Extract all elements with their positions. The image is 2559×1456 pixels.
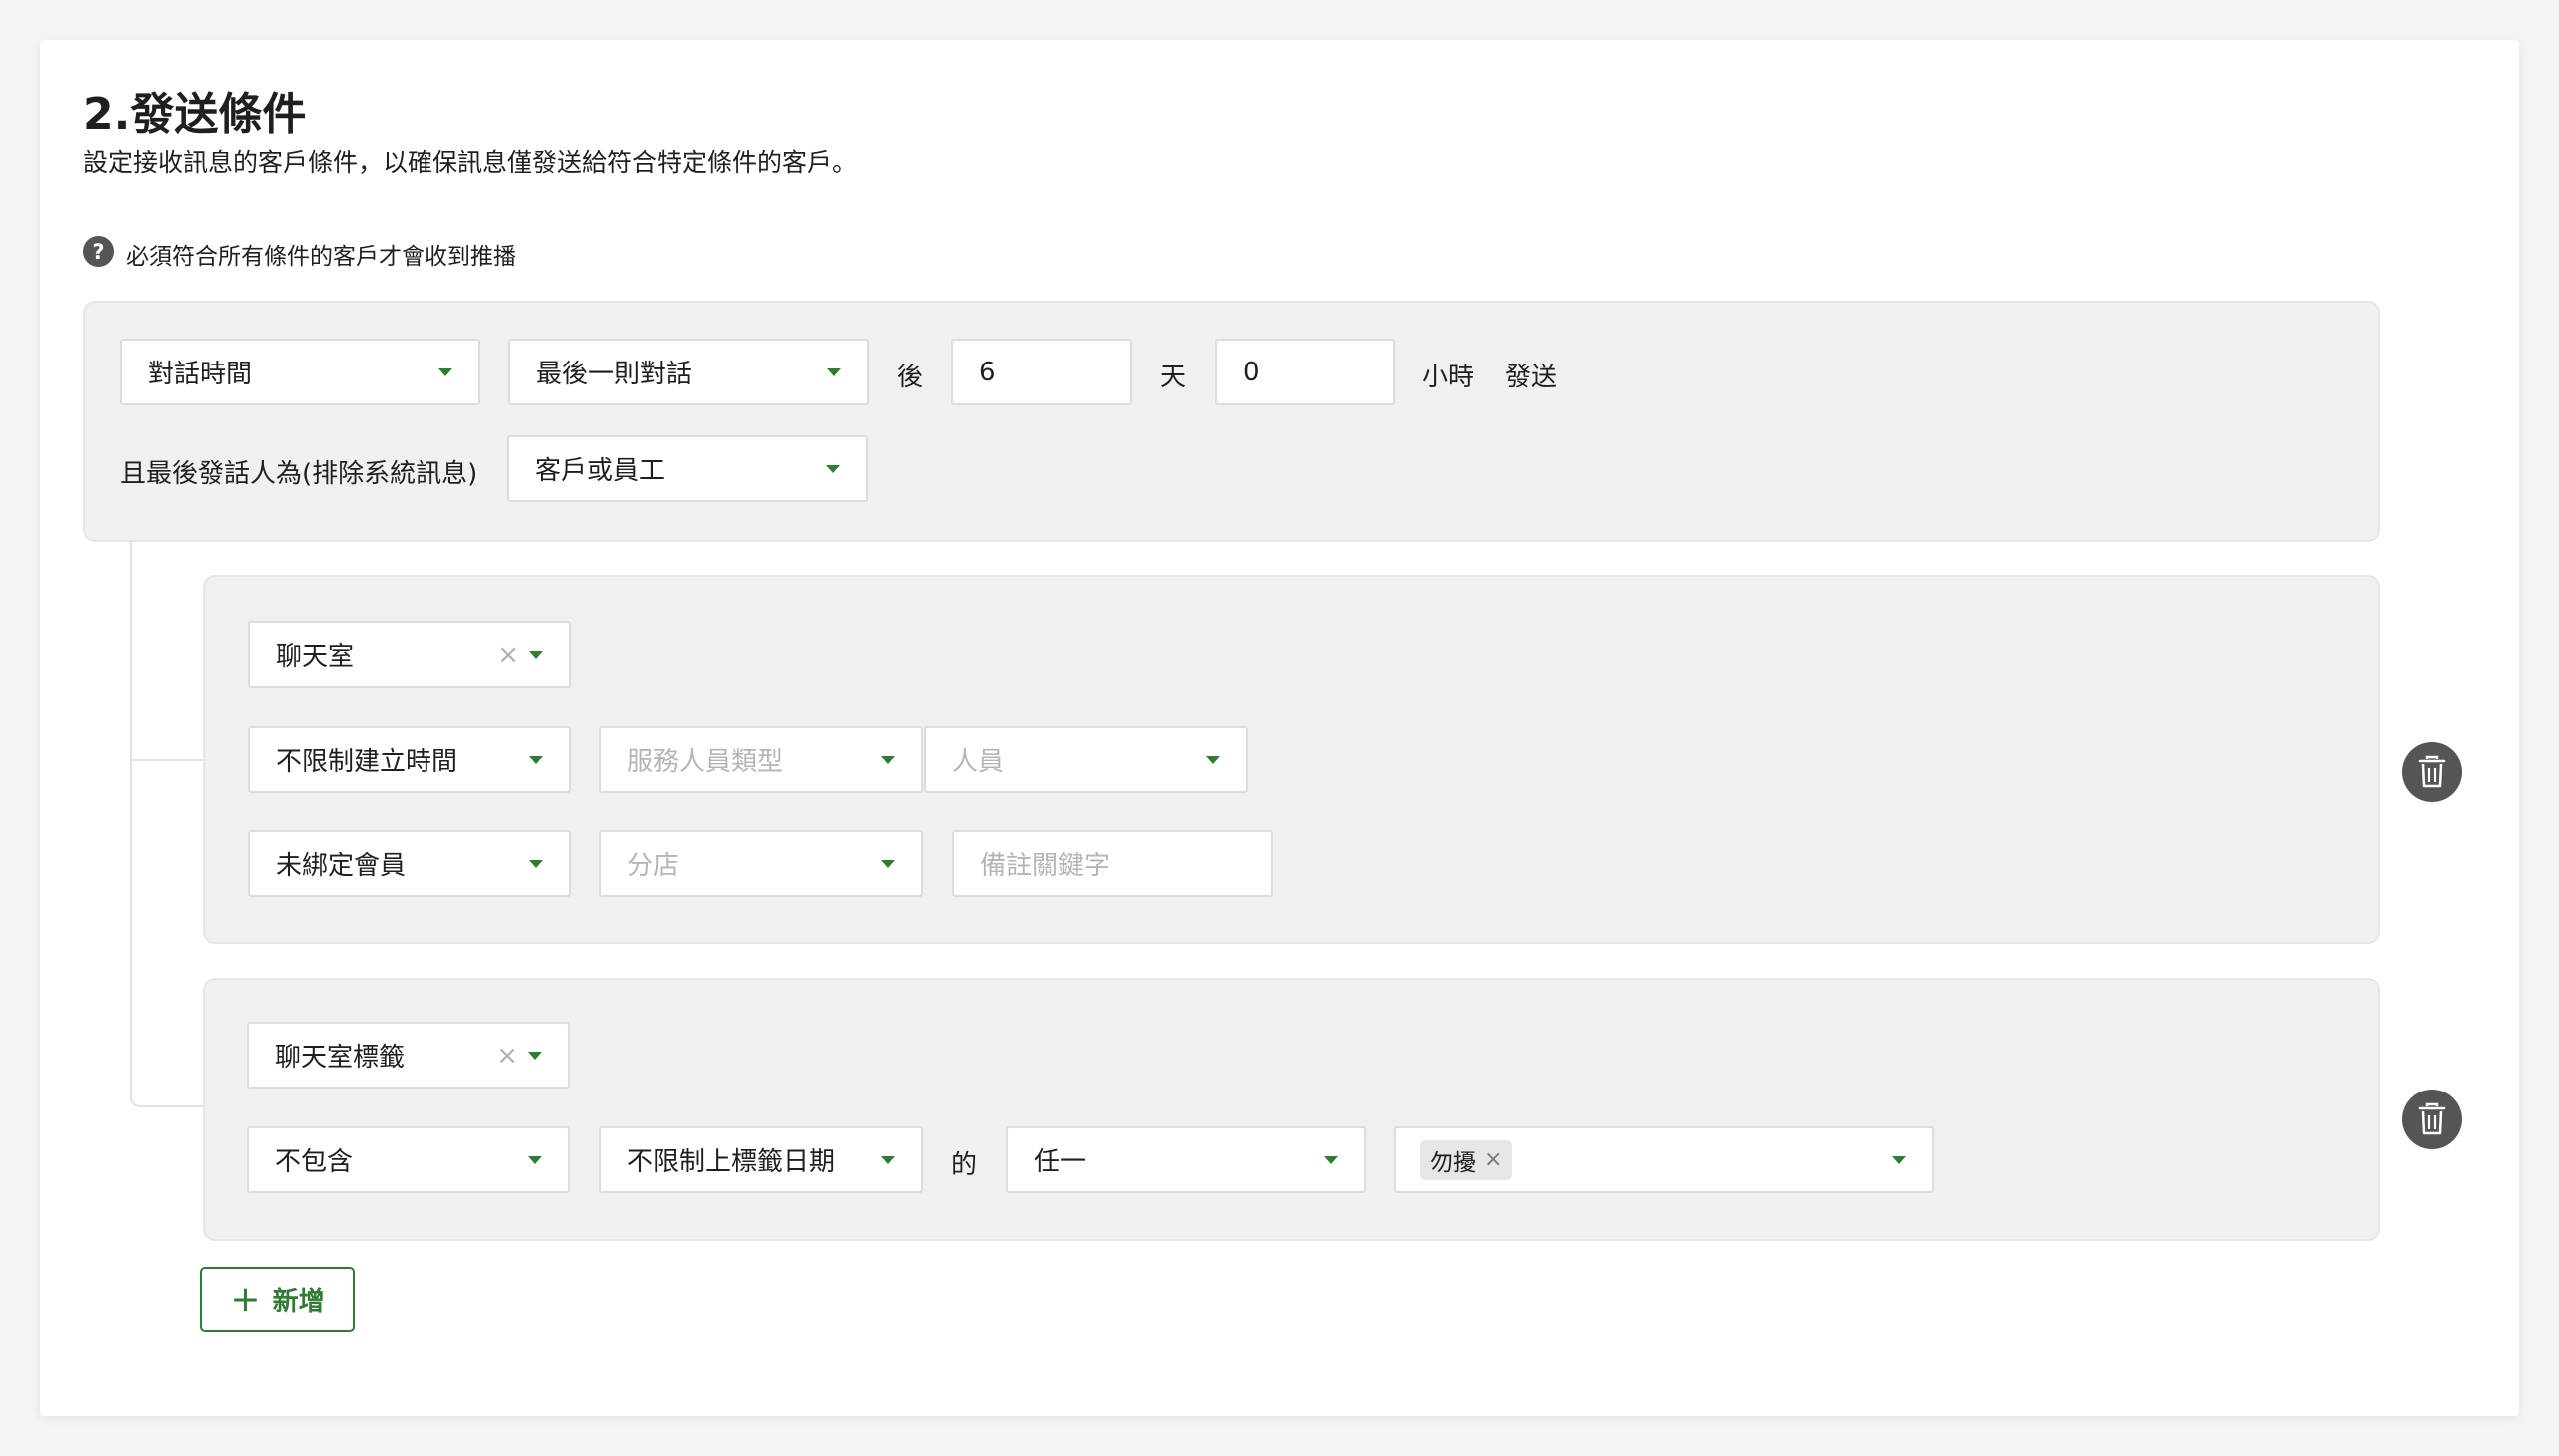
question-circle-icon[interactable]: ? — [83, 236, 114, 267]
caret-down-icon — [881, 859, 895, 868]
condition-group-chatroom-tag — [203, 978, 2380, 1241]
primary-condition-panel — [83, 301, 2380, 542]
caret-down-icon — [529, 650, 543, 659]
condition-type-select[interactable]: 對話時間 — [120, 339, 480, 405]
caret-down-icon — [1206, 755, 1220, 764]
staff-type-select[interactable]: 服務人員類型 — [599, 726, 923, 793]
any-select[interactable]: 任一 — [1006, 1126, 1366, 1193]
clear-icon[interactable]: × — [497, 640, 519, 670]
hours-unit-label: 小時 — [1422, 363, 1475, 392]
tag-date-select[interactable]: 不限制上標籤日期 — [599, 1126, 923, 1193]
group1-type-select[interactable]: 聊天室 × — [248, 621, 571, 688]
caret-down-icon — [528, 1051, 542, 1060]
of-label: 的 — [951, 1150, 978, 1180]
reference-select[interactable]: 最後一則對話 — [508, 339, 869, 405]
caret-down-icon — [529, 859, 543, 868]
remove-tag-icon[interactable]: × — [1484, 1147, 1502, 1172]
tree-connector — [130, 540, 132, 760]
caret-down-icon — [1324, 1155, 1338, 1164]
caret-down-icon — [438, 367, 452, 376]
caret-down-icon — [881, 1155, 895, 1164]
send-label: 發送 — [1505, 363, 1558, 392]
delete-group1-trash-icon[interactable] — [2402, 742, 2462, 802]
member-binding-select[interactable]: 未綁定會員 — [248, 830, 571, 897]
plus-icon: + — [230, 1278, 261, 1320]
delete-group2-trash-icon[interactable] — [2402, 1090, 2462, 1149]
tag-chip: 勿擾 × — [1420, 1139, 1513, 1180]
caret-down-icon — [827, 367, 841, 376]
section-title: 2.發送條件 — [83, 89, 307, 140]
tags-multiselect[interactable]: 勿擾 × — [1394, 1126, 1934, 1193]
after-label: 後 — [897, 363, 924, 392]
creation-time-select[interactable]: 不限制建立時間 — [248, 726, 571, 793]
branch-select[interactable]: 分店 — [599, 830, 923, 897]
caret-down-icon — [881, 755, 895, 764]
caret-down-icon — [826, 464, 840, 473]
tree-connector — [130, 759, 205, 1107]
days-unit-label: 天 — [1160, 363, 1187, 392]
note-keyword-input[interactable]: 備註關鍵字 — [952, 830, 1273, 897]
hours-input[interactable]: 0 — [1215, 339, 1395, 405]
group2-type-select[interactable]: 聊天室標籤 × — [247, 1022, 570, 1089]
conditions-note: 必須符合所有條件的客戶才會收到推播 — [126, 244, 516, 270]
last-sender-label: 且最後發話人為(排除系統訊息) — [120, 459, 478, 489]
days-input[interactable]: 6 — [951, 339, 1132, 405]
last-sender-select[interactable]: 客戶或員工 — [507, 435, 868, 502]
caret-down-icon — [1892, 1155, 1906, 1164]
caret-down-icon — [528, 1155, 542, 1164]
section-subtitle: 設定接收訊息的客戶條件，以確保訊息僅發送給符合特定條件的客戶。 — [83, 148, 858, 177]
caret-down-icon — [529, 755, 543, 764]
staff-select[interactable]: 人員 — [924, 726, 1248, 793]
clear-icon[interactable]: × — [496, 1041, 518, 1071]
add-condition-button[interactable]: + 新增 — [200, 1267, 355, 1332]
include-select[interactable]: 不包含 — [247, 1126, 570, 1193]
